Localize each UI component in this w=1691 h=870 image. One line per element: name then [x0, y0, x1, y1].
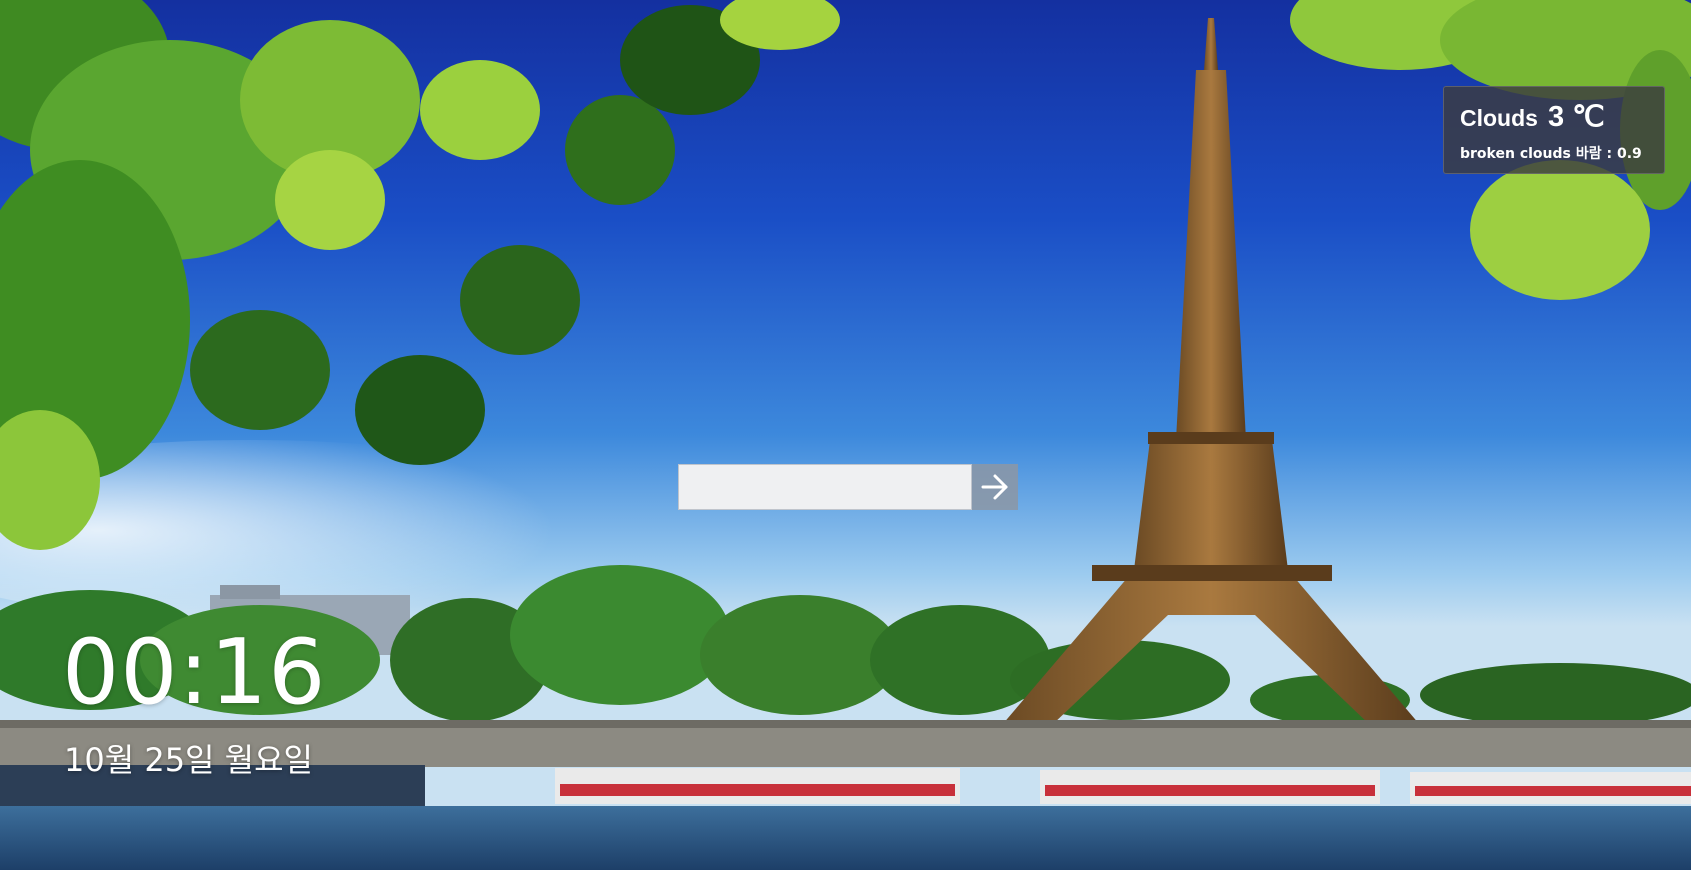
new-tab-page: Clouds 3 ℃ broken clouds 바람 : 0.9 00:16 1… — [0, 0, 1691, 870]
weather-details: broken clouds 바람 : 0.9 — [1460, 143, 1648, 163]
weather-temperature: 3 ℃ — [1547, 101, 1605, 133]
weather-description: broken clouds — [1460, 146, 1571, 162]
search-input[interactable] — [678, 464, 972, 510]
weather-condition: Clouds — [1460, 105, 1538, 131]
search-bar — [678, 464, 1018, 510]
weather-wind: 바람 : 0.9 — [1575, 146, 1642, 162]
weather-widget: Clouds 3 ℃ broken clouds 바람 : 0.9 — [1443, 86, 1665, 174]
clock-time: 00:16 — [62, 620, 327, 725]
background-wallpaper — [0, 0, 1691, 870]
arrow-right-icon — [981, 474, 1008, 500]
clock-date: 10월 25일 월요일 — [64, 741, 313, 779]
search-submit-button[interactable] — [972, 464, 1018, 510]
weather-summary: Clouds 3 ℃ — [1460, 99, 1648, 134]
